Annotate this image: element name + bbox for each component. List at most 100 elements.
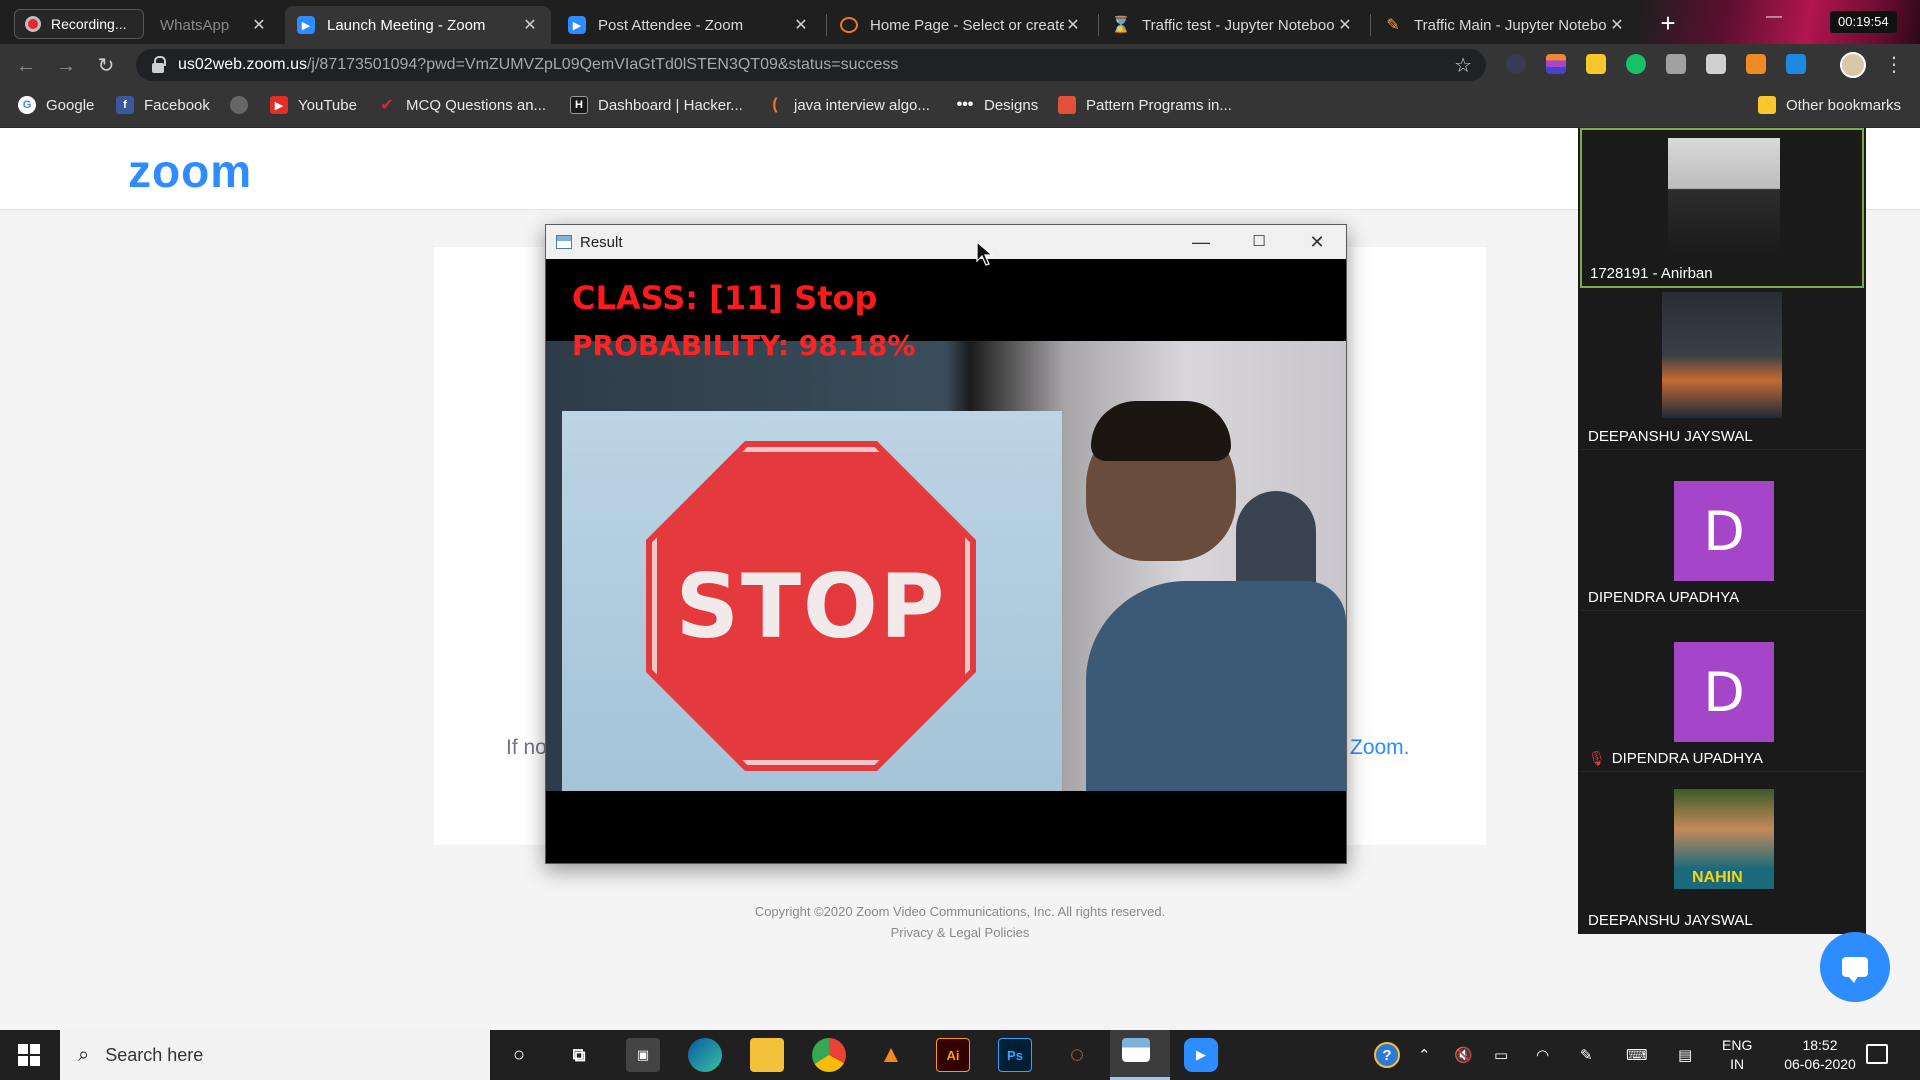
participant-tile[interactable]: D 🎙 DIPENDRA UPADHYA bbox=[1580, 612, 1864, 772]
bookmark-globe[interactable] bbox=[230, 96, 258, 114]
back-button[interactable]: ← bbox=[12, 52, 40, 80]
tab-traffic-main[interactable]: ✎ Traffic Main - Jupyter Notebo ✕ bbox=[1372, 6, 1638, 44]
browser-toolbar: ← → ↻ us02web.zoom.us/j/87173501094?pwd=… bbox=[0, 44, 1920, 86]
jupyter-icon bbox=[840, 17, 858, 33]
chrome-icon[interactable] bbox=[812, 1038, 846, 1072]
participant-tile[interactable]: 1728191 - Anirban bbox=[1580, 128, 1864, 288]
extension-notes-icon[interactable] bbox=[1586, 54, 1606, 74]
illustrator-icon[interactable]: Ai bbox=[936, 1038, 970, 1072]
taskbar-search[interactable]: ⌕ Search here bbox=[60, 1030, 490, 1080]
bookmark-mcq[interactable]: ✔ MCQ Questions an... bbox=[378, 96, 546, 115]
extension-doc-icon[interactable] bbox=[1706, 54, 1726, 74]
participant-name: DIPENDRA UPADHYA bbox=[1588, 589, 1740, 606]
close-icon[interactable]: ✕ bbox=[1608, 15, 1626, 35]
participant-avatar: D bbox=[1674, 642, 1774, 742]
zoom-icon: ▶ bbox=[297, 16, 315, 34]
forward-button[interactable]: → bbox=[52, 52, 80, 80]
bookmark-google[interactable]: G Google bbox=[18, 96, 94, 114]
participant-tile[interactable]: D DIPENDRA UPADHYA bbox=[1580, 451, 1864, 611]
person-shirt bbox=[1086, 581, 1346, 791]
close-icon[interactable]: ✕ bbox=[250, 15, 268, 35]
participant-tile[interactable]: NAHIN DEEPANSHU JAYSWAL bbox=[1580, 773, 1864, 933]
maximize-button[interactable]: ☐ bbox=[1230, 225, 1288, 259]
close-icon[interactable]: ✕ bbox=[792, 15, 810, 35]
vlc-icon[interactable]: ▲ bbox=[874, 1038, 908, 1072]
bookmark-java[interactable]: ( java interview algo... bbox=[766, 96, 930, 114]
keyboard-icon[interactable]: ⌨ bbox=[1626, 1030, 1648, 1080]
extension-k-icon[interactable] bbox=[1506, 54, 1526, 74]
close-icon[interactable]: ✕ bbox=[1064, 15, 1082, 35]
result-window[interactable]: Result — ☐ ✕ STOP CLASS: [11] Stop PROBA… bbox=[545, 224, 1347, 864]
menu-kebab-icon[interactable]: ⋮ bbox=[1884, 52, 1904, 77]
extension-puzzle-icon[interactable] bbox=[1666, 54, 1686, 74]
address-bar[interactable]: us02web.zoom.us/j/87173501094?pwd=VmZUMV… bbox=[136, 49, 1486, 81]
cortana-icon[interactable]: ○ bbox=[502, 1038, 536, 1072]
tab-post-attendee[interactable]: ▶ Post Attendee - Zoom ✕ bbox=[556, 6, 822, 44]
system-clock[interactable]: 18:52 06-06-2020 bbox=[1778, 1036, 1862, 1074]
youtube-icon: ▶ bbox=[270, 96, 288, 114]
participant-video bbox=[1662, 292, 1782, 418]
start-button[interactable] bbox=[0, 1030, 58, 1080]
close-button[interactable]: ✕ bbox=[1288, 225, 1346, 259]
profile-avatar[interactable] bbox=[1840, 52, 1866, 78]
chat-icon bbox=[1842, 957, 1868, 983]
jupyter-icon[interactable]: ◌ bbox=[1060, 1038, 1094, 1072]
volume-muted-icon[interactable]: 🔇 bbox=[1454, 1030, 1473, 1080]
participant-tile[interactable]: DEEPANSHU JAYSWAL bbox=[1580, 290, 1864, 450]
zoom-taskbar-icon[interactable]: ▶ bbox=[1184, 1038, 1218, 1072]
webcam-frame: STOP bbox=[546, 341, 1346, 791]
close-icon[interactable]: ✕ bbox=[1336, 15, 1354, 35]
bookmark-designs[interactable]: ••• Designs bbox=[956, 96, 1039, 114]
bookmark-star-icon[interactable]: ☆ bbox=[1454, 53, 1472, 78]
bookmark-pattern[interactable]: Pattern Programs in... bbox=[1058, 96, 1232, 114]
file-explorer-icon[interactable] bbox=[750, 1038, 784, 1072]
window-title: Result bbox=[580, 233, 623, 251]
battery-icon[interactable]: ▭ bbox=[1494, 1030, 1508, 1080]
facebook-icon: f bbox=[116, 96, 134, 114]
hourglass-icon: ⌛ bbox=[1111, 17, 1131, 34]
edge-icon[interactable] bbox=[688, 1038, 722, 1072]
notification-center-icon[interactable] bbox=[1866, 1044, 1888, 1064]
participant-name: 1728191 - Anirban bbox=[1590, 265, 1713, 282]
google-icon: G bbox=[18, 96, 36, 114]
participant-gallery: 1728191 - Anirban DEEPANSHU JAYSWAL D DI… bbox=[1578, 128, 1866, 934]
record-icon bbox=[25, 16, 41, 32]
zoom-icon: ▶ bbox=[568, 16, 586, 34]
other-bookmarks[interactable]: Other bookmarks bbox=[1758, 96, 1901, 114]
reload-button[interactable]: ↻ bbox=[92, 52, 120, 80]
bookmark-youtube[interactable]: ▶ YouTube bbox=[270, 96, 357, 114]
running-result-window[interactable] bbox=[1110, 1030, 1170, 1080]
tab-home-page[interactable]: Home Page - Select or create ✕ bbox=[828, 6, 1094, 44]
language-indicator[interactable]: ENG IN bbox=[1722, 1036, 1752, 1074]
minimize-button[interactable]: — bbox=[1172, 225, 1230, 259]
tray-help-icon[interactable]: ? bbox=[1374, 1030, 1400, 1080]
pattern-icon bbox=[1058, 96, 1076, 114]
class-label: CLASS: [11] Stop bbox=[572, 279, 878, 317]
pen-icon[interactable]: ✎ bbox=[1580, 1030, 1593, 1080]
launch-link[interactable]: Zoom. bbox=[1350, 736, 1410, 760]
photoshop-icon[interactable]: Ps bbox=[998, 1038, 1032, 1072]
tab-launch-meeting[interactable]: ▶ Launch Meeting - Zoom ✕ bbox=[285, 6, 551, 44]
bookmark-hackerrank[interactable]: H Dashboard | Hacker... bbox=[570, 96, 743, 114]
stop-sign: STOP bbox=[646, 441, 976, 771]
extension-lines-icon[interactable] bbox=[1546, 54, 1566, 74]
task-view-icon[interactable]: ⧉ bbox=[562, 1038, 596, 1072]
chat-button[interactable] bbox=[1820, 932, 1890, 1002]
extension-fox-icon[interactable] bbox=[1746, 54, 1766, 74]
grammarly-icon[interactable] bbox=[1626, 54, 1646, 74]
new-tab-button[interactable]: + bbox=[1654, 10, 1682, 38]
wifi-icon[interactable]: ◠ bbox=[1536, 1030, 1549, 1080]
hackerrank-icon: H bbox=[570, 96, 588, 114]
tab-traffic-test[interactable]: ⌛ Traffic test - Jupyter Noteboo ✕ bbox=[1100, 6, 1366, 44]
close-icon[interactable]: ✕ bbox=[521, 15, 539, 35]
zoom-logo[interactable]: zoom bbox=[128, 144, 252, 198]
result-titlebar[interactable]: Result — ☐ ✕ bbox=[546, 225, 1346, 259]
app-icon[interactable]: ▣ bbox=[626, 1038, 660, 1072]
chevron-up-icon[interactable]: ⌃ bbox=[1418, 1030, 1431, 1080]
result-app-icon bbox=[1122, 1038, 1150, 1062]
minimize-window-button[interactable]: — bbox=[1766, 8, 1782, 26]
extension-blue-icon[interactable] bbox=[1786, 54, 1806, 74]
bookmark-facebook[interactable]: f Facebook bbox=[116, 96, 210, 114]
launch-hint-text: If no bbox=[506, 736, 547, 759]
display-icon[interactable]: ▤ bbox=[1678, 1030, 1692, 1080]
